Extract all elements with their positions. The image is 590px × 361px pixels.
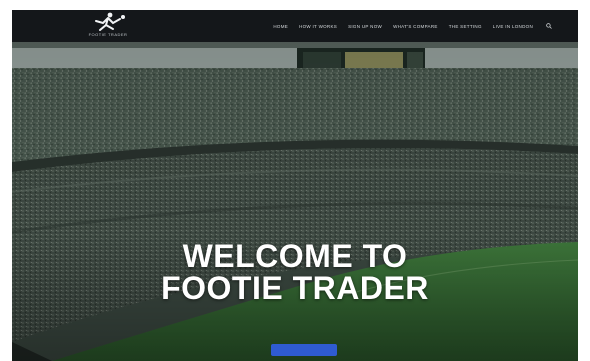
- logo-wordmark: FOOTIE TRADER: [88, 32, 128, 37]
- nav-item-sign-up[interactable]: SIGN UP NOW: [348, 24, 382, 29]
- stadium-background-image: [12, 42, 578, 361]
- nav-item-london[interactable]: LIVE IN LONDON: [493, 24, 533, 29]
- nav-item-home[interactable]: HOME: [273, 24, 288, 29]
- hero-title-line-1: WELCOME TO: [182, 238, 408, 274]
- top-navbar: FOOTIE TRADER HOME HOW IT WORKS SIGN UP …: [12, 10, 578, 42]
- footballer-kick-icon: [95, 12, 125, 31]
- hero-section: WELCOME TO FOOTIE TRADER: [12, 42, 578, 361]
- search-icon[interactable]: [546, 23, 552, 29]
- nav-item-compare[interactable]: WHAT'S COMPARE: [393, 24, 438, 29]
- website-frame: FOOTIE TRADER HOME HOW IT WORKS SIGN UP …: [12, 10, 578, 361]
- hero-cta-button[interactable]: [271, 344, 337, 356]
- nav-menu: HOME HOW IT WORKS SIGN UP NOW WHAT'S COM…: [232, 10, 552, 42]
- nav-item-setting[interactable]: THE SETTING: [449, 24, 482, 29]
- hero-title-line-2: FOOTIE TRADER: [161, 270, 429, 306]
- nav-item-how-it-works[interactable]: HOW IT WORKS: [299, 24, 337, 29]
- hero-title: WELCOME TO FOOTIE TRADER: [12, 240, 578, 304]
- site-logo[interactable]: FOOTIE TRADER: [68, 12, 148, 40]
